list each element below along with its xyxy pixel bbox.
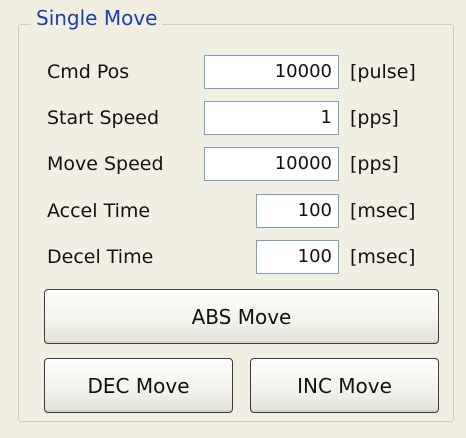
inc-move-button[interactable]: INC Move — [250, 358, 439, 413]
cmd-pos-unit: [pulse] — [350, 61, 416, 83]
move-speed-input[interactable]: 10000 — [204, 147, 339, 181]
start-speed-label: Start Speed — [47, 107, 160, 129]
decel-time-unit: [msec] — [350, 246, 416, 268]
decel-time-input[interactable]: 100 — [256, 240, 339, 274]
accel-time-input[interactable]: 100 — [256, 194, 339, 228]
move-speed-label: Move Speed — [47, 153, 164, 175]
start-speed-unit: [pps] — [350, 107, 399, 129]
move-speed-unit: [pps] — [350, 153, 399, 175]
cmd-pos-input[interactable]: 10000 — [204, 55, 339, 89]
group-title: Single Move — [31, 6, 163, 30]
dec-move-button[interactable]: DEC Move — [44, 358, 233, 413]
accel-time-unit: [msec] — [350, 200, 416, 222]
decel-time-label: Decel Time — [47, 246, 154, 268]
accel-time-label: Accel Time — [47, 200, 151, 222]
start-speed-input[interactable]: 1 — [204, 101, 339, 135]
cmd-pos-label: Cmd Pos — [47, 61, 130, 83]
abs-move-button[interactable]: ABS Move — [44, 289, 439, 344]
